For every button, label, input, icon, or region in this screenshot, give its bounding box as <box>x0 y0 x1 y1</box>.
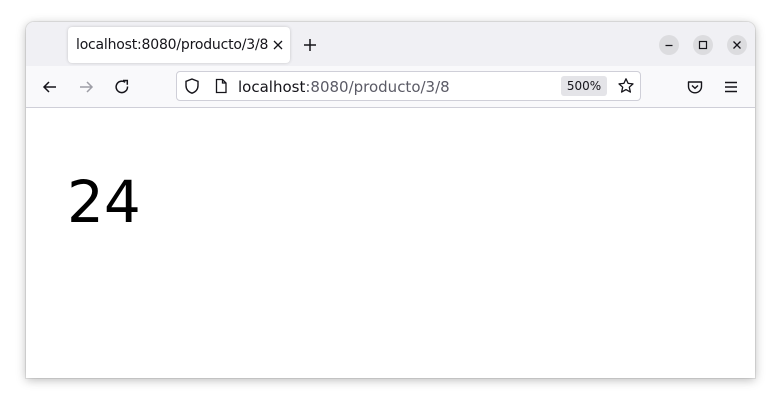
hamburger-menu-icon[interactable] <box>721 77 741 97</box>
new-tab-icon[interactable] <box>300 35 320 55</box>
pocket-icon[interactable] <box>685 77 705 97</box>
close-window-icon[interactable] <box>727 35 747 55</box>
tab-bar: localhost:8080/producto/3/8 <box>26 22 755 66</box>
url-text[interactable]: localhost:8080/producto/3/8 <box>238 78 450 96</box>
page-icon[interactable] <box>212 77 230 95</box>
maximize-icon[interactable] <box>693 35 713 55</box>
tab-active[interactable]: localhost:8080/producto/3/8 <box>68 27 290 63</box>
url-path: :8080/producto/3/8 <box>305 78 450 96</box>
close-tab-icon[interactable] <box>271 37 285 51</box>
page-number-text: 24 <box>67 168 141 236</box>
shield-icon[interactable] <box>183 77 201 95</box>
browser-window: localhost:8080/producto/3/8 localhost:80… <box>26 22 755 378</box>
url-bar[interactable]: localhost:8080/producto/3/8 500% <box>176 71 641 101</box>
zoom-level-badge[interactable]: 500% <box>561 76 607 96</box>
star-icon[interactable] <box>617 77 635 95</box>
navigation-toolbar: localhost:8080/producto/3/8 500% <box>26 66 755 108</box>
arrow-left-icon[interactable] <box>40 77 60 97</box>
url-host: localhost <box>238 78 306 96</box>
tab-title: localhost:8080/producto/3/8 <box>76 37 269 53</box>
page-content: 24 <box>26 108 755 378</box>
arrow-right-icon[interactable] <box>76 77 96 97</box>
reload-icon[interactable] <box>112 77 132 97</box>
minimize-icon[interactable] <box>659 35 679 55</box>
